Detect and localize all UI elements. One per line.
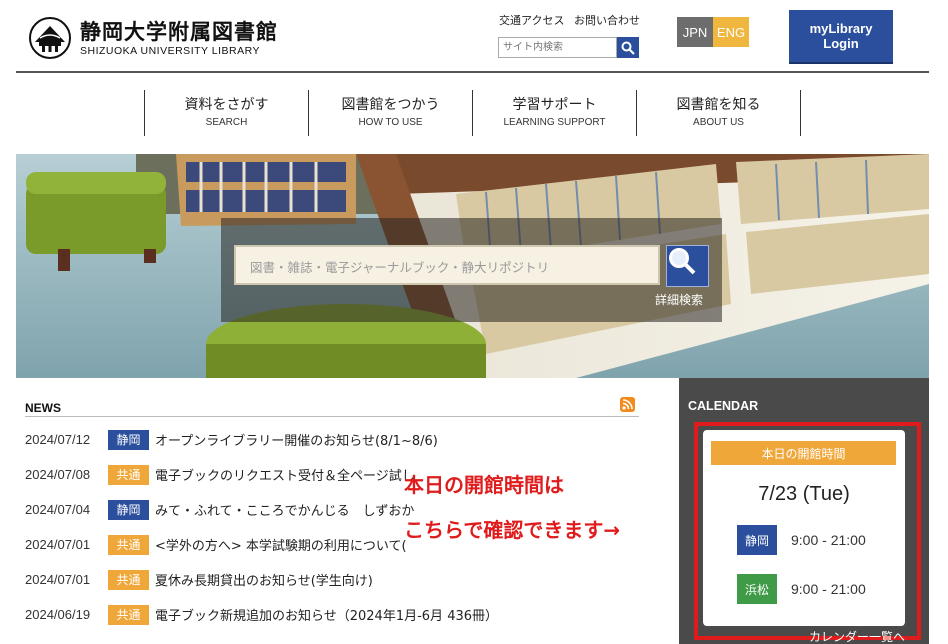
library-emblem-icon <box>29 17 71 59</box>
campus-badge: 共通 <box>108 604 149 625</box>
news-heading: NEWS <box>25 401 61 415</box>
nav-item-how-to-use[interactable]: 図書館をつかう HOW TO USE <box>308 90 472 136</box>
site-search <box>498 37 639 58</box>
campus-badge: 共通 <box>108 569 149 590</box>
calendar-list-link[interactable]: カレンダー一覧へ <box>809 628 905 644</box>
today-date: 7/23 (Tue) <box>758 483 850 505</box>
access-link[interactable]: 交通アクセス <box>499 14 564 27</box>
catalog-search-button[interactable] <box>666 245 709 287</box>
news-item[interactable]: 2024/07/12 静岡 オープンライブラリー開催のお知らせ(8/1~8/6) <box>25 422 665 457</box>
news-date: 2024/07/08 <box>25 467 91 482</box>
calendar-heading: CALENDAR <box>688 399 759 413</box>
opening-hours-card: 本日の開館時間 7/23 (Tue) 静岡 9:00 - 21:00 浜松 9:… <box>703 430 905 626</box>
campus-badge: 共通 <box>108 464 149 485</box>
news-item[interactable]: 2024/07/01 共通 夏休み長期貸出のお知らせ(学生向け) <box>25 562 665 597</box>
site-header: 静岡大学附属図書館 SHIZUOKA UNIVERSITY LIBRARY 交通… <box>0 0 948 73</box>
news-date: 2024/07/12 <box>25 432 91 447</box>
news-title[interactable]: みて・ふれて・こころでかんじる しずおか <box>155 500 414 519</box>
news-date: 2024/07/01 <box>25 572 91 587</box>
news-date: 2024/07/01 <box>25 537 91 552</box>
campus-badge: 静岡 <box>108 499 149 520</box>
utility-links: 交通アクセス お問い合わせ <box>499 12 646 28</box>
nav-item-search[interactable]: 資料をさがす SEARCH <box>144 90 308 136</box>
search-icon <box>621 41 635 55</box>
search-icon <box>669 248 696 275</box>
mylibrary-login-button[interactable]: myLibrary Login <box>789 10 893 62</box>
nav-label-en: LEARNING SUPPORT <box>503 117 606 128</box>
news-date: 2024/07/04 <box>25 502 91 517</box>
campus-badge: 静岡 <box>737 525 777 555</box>
contact-link[interactable]: お問い合わせ <box>574 14 640 27</box>
news-title[interactable]: <学外の方へ> 本学試験期の利用について( <box>155 535 407 554</box>
annotation-line-1: 本日の開館時間は <box>404 473 564 497</box>
hours-row-hamamatsu: 浜松 9:00 - 21:00 <box>737 574 866 604</box>
login-label: Login <box>823 36 859 51</box>
hero-banner: 図書・雑誌・電子ジャーナルブック・静大リポジトリ 詳細検索 <box>16 154 929 378</box>
nav-label-en: ABOUT US <box>693 117 744 128</box>
news-title[interactable]: 夏休み長期貸出のお知らせ(学生向け) <box>155 570 373 589</box>
annotation-line-2: こちらで確認できます→ <box>404 518 621 542</box>
calendar-panel: CALENDAR 本日の開館時間 7/23 (Tue) 静岡 9:00 - 21… <box>679 378 929 644</box>
hours-row-shizuoka: 静岡 9:00 - 21:00 <box>737 525 866 555</box>
site-search-button[interactable] <box>617 37 639 58</box>
campus-badge: 静岡 <box>108 429 149 450</box>
library-logo[interactable]: 静岡大学附属図書館 SHIZUOKA UNIVERSITY LIBRARY <box>28 16 278 60</box>
campus-badge: 浜松 <box>737 574 777 604</box>
rss-icon[interactable] <box>620 397 635 412</box>
news-date: 2024/06/19 <box>25 607 91 622</box>
nav-label-en: SEARCH <box>205 117 248 128</box>
catalog-search-input[interactable]: 図書・雑誌・電子ジャーナルブック・静大リポジトリ <box>234 245 660 285</box>
nav-label-ja: 図書館を知る <box>676 97 761 113</box>
nav-item-about-us[interactable]: 図書館を知る ABOUT US <box>636 90 801 136</box>
news-title[interactable]: オープンライブラリー開催のお知らせ(8/1~8/6) <box>155 430 438 449</box>
opening-time: 9:00 - 21:00 <box>791 532 866 548</box>
mylibrary-label: myLibrary <box>809 21 873 36</box>
header-divider <box>16 71 929 73</box>
global-nav: 資料をさがす SEARCH 図書館をつかう HOW TO USE 学習サポート … <box>144 90 801 136</box>
news-divider <box>25 416 639 417</box>
logo-title-en: SHIZUOKA UNIVERSITY LIBRARY <box>80 44 260 57</box>
nav-label-ja: 資料をさがす <box>184 97 269 113</box>
news-item[interactable]: 2024/06/19 共通 電子ブック新規追加のお知らせ（2024年1月-6月 … <box>25 597 665 632</box>
search-panel: 図書・雑誌・電子ジャーナルブック・静大リポジトリ 詳細検索 <box>221 218 722 322</box>
nav-label-ja: 学習サポート <box>512 97 597 113</box>
opening-time: 9:00 - 21:00 <box>791 581 866 597</box>
news-item[interactable]: 2024/07/08 共通 電子ブックのリクエスト受付＆全ページ試し <box>25 457 665 492</box>
nav-label-ja: 図書館をつかう <box>341 97 440 113</box>
nav-label-en: HOW TO USE <box>358 117 423 128</box>
news-title[interactable]: 電子ブックのリクエスト受付＆全ページ試し <box>155 465 415 484</box>
nav-item-learning-support[interactable]: 学習サポート LEARNING SUPPORT <box>472 90 636 136</box>
advanced-search-link[interactable]: 詳細検索 <box>655 291 703 308</box>
site-search-input[interactable] <box>498 37 617 58</box>
lang-jpn-button[interactable]: JPN <box>677 17 713 47</box>
campus-badge: 共通 <box>108 534 149 555</box>
rss-feed-icon <box>622 399 633 410</box>
lang-eng-button[interactable]: ENG <box>713 17 749 47</box>
logo-title-ja: 静岡大学附属図書館 <box>80 18 278 44</box>
news-title[interactable]: 電子ブック新規追加のお知らせ（2024年1月-6月 436冊） <box>155 605 498 624</box>
today-hours-label: 本日の開館時間 <box>711 441 896 465</box>
